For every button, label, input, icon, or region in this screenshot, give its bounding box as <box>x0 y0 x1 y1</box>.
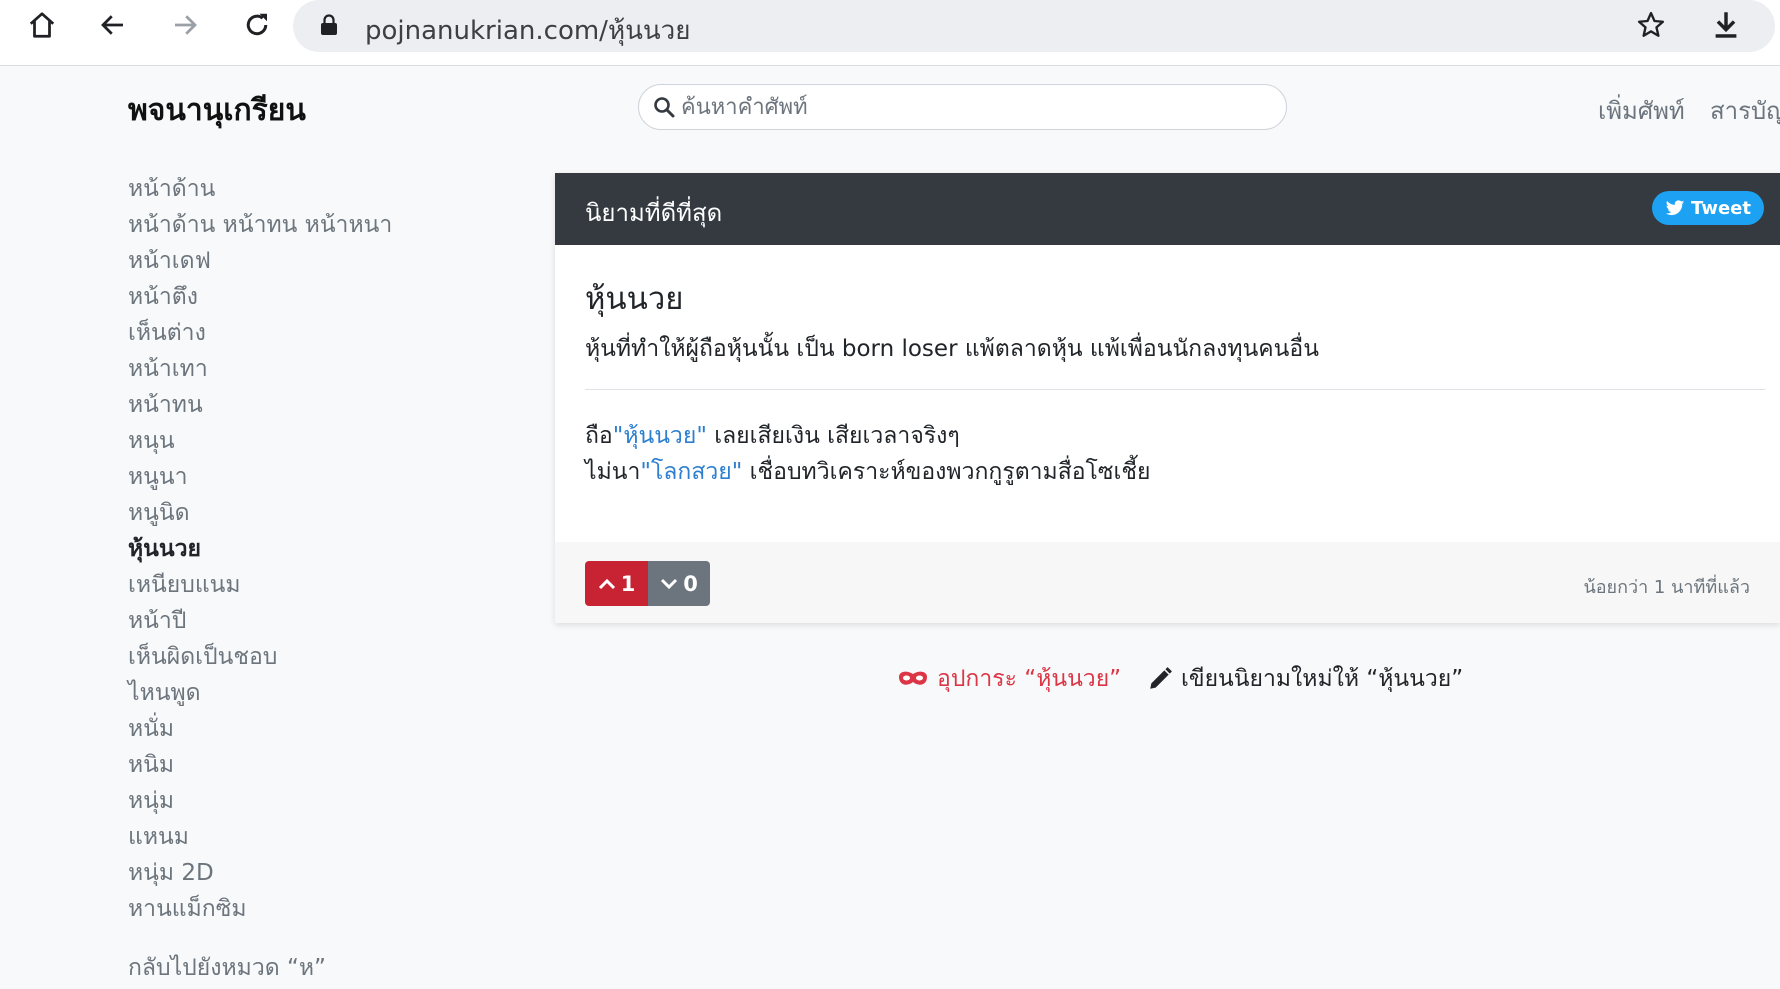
twitter-bird-icon <box>1665 199 1685 215</box>
sidebar-item[interactable]: หนุน <box>128 423 508 459</box>
search-box[interactable] <box>638 84 1287 130</box>
example-link[interactable]: "หุ้นนวย" <box>613 423 707 449</box>
tweet-label: Tweet <box>1691 197 1751 219</box>
write-new-label: เขียนนิยามใหม่ให้ “หุ้นนวย” <box>1181 666 1464 692</box>
chevron-down-icon <box>661 578 678 589</box>
euphemism-label: อุปการะ “หุ้นนวย” <box>937 666 1122 692</box>
sidebar-item[interactable]: หนุ่ม <box>128 783 508 819</box>
home-icon[interactable] <box>22 5 62 45</box>
nav-index[interactable]: สารบัญ <box>1710 91 1780 130</box>
sidebar-item[interactable]: หนุ่ม 2D <box>128 855 508 891</box>
browser-toolbar: pojnanukrian.com/หุ้นนวย <box>0 0 1780 66</box>
upvote-button[interactable]: 1 <box>585 561 648 606</box>
posted-time: น้อยกว่า 1 นาทีที่แล้ว <box>1583 577 1750 598</box>
sidebar-item[interactable]: ไหนพูด <box>128 675 508 711</box>
sidebar-item[interactable]: หน้าเดฟ <box>128 243 508 279</box>
back-to-category-link[interactable]: กลับไปยังหมวด “ห” <box>128 950 326 986</box>
sidebar-item[interactable]: หน้าตึง <box>128 279 508 315</box>
definition-text: หุ้นที่ทำให้ผู้ถือหุ้นนั้น เป็น born los… <box>585 336 1319 362</box>
sidebar-item[interactable]: เหนียบแนม <box>128 567 508 603</box>
word-list-sidebar: หน้าด้าน หน้าด้าน หน้าทน หน้าหนา หน้าเดฟ… <box>128 171 508 927</box>
example-text: ไม่นา <box>585 459 641 485</box>
back-arrow-icon[interactable] <box>93 5 133 45</box>
euphemism-link[interactable]: อุปการะ “หุ้นนวย” <box>897 661 1121 697</box>
sidebar-item[interactable]: หน้าปี <box>128 603 508 639</box>
card-header: นิยามที่ดีที่สุด Tweet <box>555 173 1780 245</box>
divider <box>585 389 1765 390</box>
example-text: เลยเสียเงิน เสียเวลาจริงๆ <box>706 423 960 449</box>
sidebar-item[interactable]: หนิม <box>128 747 508 783</box>
search-input[interactable] <box>681 91 1261 123</box>
word-title: หุ้นนวย <box>585 281 684 317</box>
sidebar-item[interactable]: หานแม็กซิม <box>128 891 508 927</box>
downvote-count: 0 <box>683 571 698 596</box>
downvote-button[interactable]: 0 <box>648 561 710 606</box>
example-text: เชื่อบทวิเคราะห์ของพวกกูรูตามสื่อโซเชี้ย <box>742 459 1151 485</box>
site-logo[interactable]: พจนานุเกรียน <box>128 87 306 134</box>
chevron-up-icon <box>598 578 615 589</box>
pencil-icon <box>1150 667 1172 689</box>
sidebar-item[interactable]: หนูนิด <box>128 495 508 531</box>
write-new-definition-link[interactable]: เขียนนิยามใหม่ให้ “หุ้นนวย” <box>1147 661 1463 697</box>
star-icon[interactable] <box>1631 5 1671 45</box>
forward-arrow-icon[interactable] <box>165 5 205 45</box>
example-link[interactable]: "โลกสวย" <box>640 459 742 485</box>
url-text[interactable]: pojnanukrian.com/หุ้นนวย <box>365 10 690 51</box>
nav-add-word[interactable]: เพิ่มศัพท์ <box>1598 91 1685 130</box>
sidebar-item[interactable]: หน้าทน <box>128 387 508 423</box>
definition-card: นิยามที่ดีที่สุด Tweet หุ้นนวย หุ้นที่ทำ… <box>555 173 1780 623</box>
upvote-count: 1 <box>620 571 636 596</box>
search-icon <box>653 96 675 122</box>
card-footer: 1 0 น้อยกว่า 1 นาทีที่แล้ว <box>555 542 1780 623</box>
lock-icon <box>320 14 338 40</box>
reload-icon[interactable] <box>237 5 277 45</box>
sidebar-item[interactable]: หน้าด้าน <box>128 171 508 207</box>
sidebar-item[interactable]: แหนม <box>128 819 508 855</box>
example-text: ถือ <box>585 423 613 449</box>
example-line: ไม่นา"โลกสวย" เชื่อบทวิเคราะห์ของพวกกูรู… <box>585 454 1150 490</box>
card-header-title: นิยามที่ดีที่สุด <box>585 199 723 227</box>
sidebar-item[interactable]: หนั่ม <box>128 711 508 747</box>
sidebar-item[interactable]: หน้าด้าน หน้าทน หน้าหนา <box>128 207 508 243</box>
sidebar-item[interactable]: เห็นผิดเป็นชอบ <box>128 639 508 675</box>
tweet-button[interactable]: Tweet <box>1652 191 1764 225</box>
sidebar-item[interactable]: เห็นต่าง <box>128 315 508 351</box>
mask-icon <box>899 671 927 685</box>
sidebar-item[interactable]: หนูนา <box>128 459 508 495</box>
address-bar[interactable]: pojnanukrian.com/หุ้นนวย <box>293 0 1775 52</box>
download-icon[interactable] <box>1706 5 1746 45</box>
sidebar-item-active[interactable]: หุ้นนวย <box>128 531 508 567</box>
sidebar-item[interactable]: หน้าเทา <box>128 351 508 387</box>
example-line: ถือ"หุ้นนวย" เลยเสียเงิน เสียเวลาจริงๆ <box>585 418 960 454</box>
